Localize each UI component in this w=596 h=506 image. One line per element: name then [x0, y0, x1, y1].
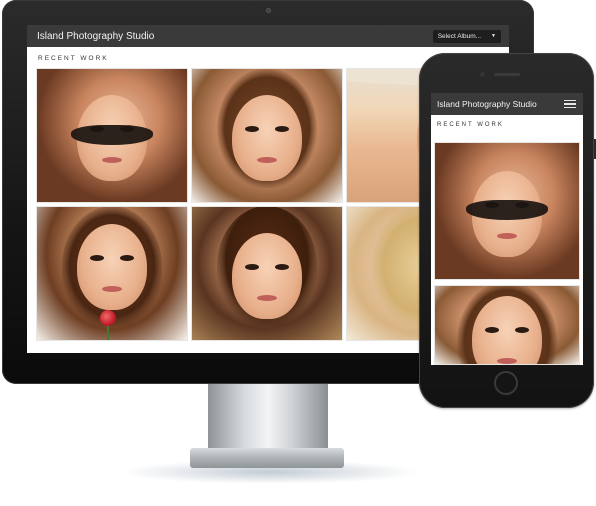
monitor-camera — [266, 8, 271, 13]
rose-stem — [107, 324, 109, 340]
mobile-phone: Island Photography Studio RECENT WORK — [419, 53, 596, 408]
photo-eye — [120, 254, 135, 261]
photo-eye — [275, 264, 290, 271]
photo-lips — [257, 295, 277, 302]
monitor-stand-base — [190, 448, 344, 468]
hamburger-menu-icon[interactable] — [564, 99, 576, 109]
menu-bar — [564, 99, 576, 102]
mobile-photo-tile-curly-hair[interactable] — [434, 285, 580, 365]
monitor-stand-neck — [208, 384, 328, 450]
photo-face — [77, 223, 147, 310]
chevron-down-icon: ▼ — [491, 33, 496, 39]
mobile-section-heading: RECENT WORK — [437, 122, 504, 128]
phone-camera — [480, 72, 485, 77]
photo-lips — [102, 285, 122, 292]
phone-home-button[interactable] — [494, 371, 518, 395]
photo-face — [232, 233, 302, 320]
photo-face — [232, 95, 302, 182]
desktop-site-header: Island Photography Studio Select Album..… — [27, 25, 509, 47]
mobile-site-title[interactable]: Island Photography Studio — [437, 99, 537, 109]
photo-tile-curly-hair[interactable] — [191, 68, 343, 203]
photo-tile-rose[interactable] — [36, 206, 188, 341]
photo-eye — [484, 326, 499, 333]
photo-lips — [497, 357, 517, 364]
photo-tile-sunglasses[interactable] — [36, 68, 188, 203]
photo-lips — [102, 157, 122, 164]
mobile-photo-tile-sunglasses[interactable] — [434, 142, 580, 280]
photo-eye — [89, 254, 104, 261]
photo-eye — [244, 264, 259, 271]
album-select-value: Select Album... — [437, 32, 482, 40]
photo-eye — [244, 126, 259, 133]
desktop-site-title[interactable]: Island Photography Studio — [37, 31, 154, 42]
album-select[interactable]: Select Album... ▼ — [432, 29, 501, 43]
sunglasses-graphic — [71, 124, 153, 145]
sunglasses-graphic — [466, 200, 548, 221]
menu-bar — [564, 103, 576, 105]
menu-bar — [564, 106, 576, 109]
photo-eye — [275, 126, 290, 133]
phone-speaker — [494, 73, 520, 76]
mobile-screen: Island Photography Studio RECENT WORK — [431, 93, 583, 365]
photo-lips — [257, 157, 277, 164]
photo-lips — [497, 232, 517, 239]
photo-eye — [515, 326, 530, 333]
mobile-site-header: Island Photography Studio — [431, 93, 583, 115]
photo-tile-straight-hair[interactable] — [191, 206, 343, 341]
rose-graphic — [100, 310, 116, 326]
